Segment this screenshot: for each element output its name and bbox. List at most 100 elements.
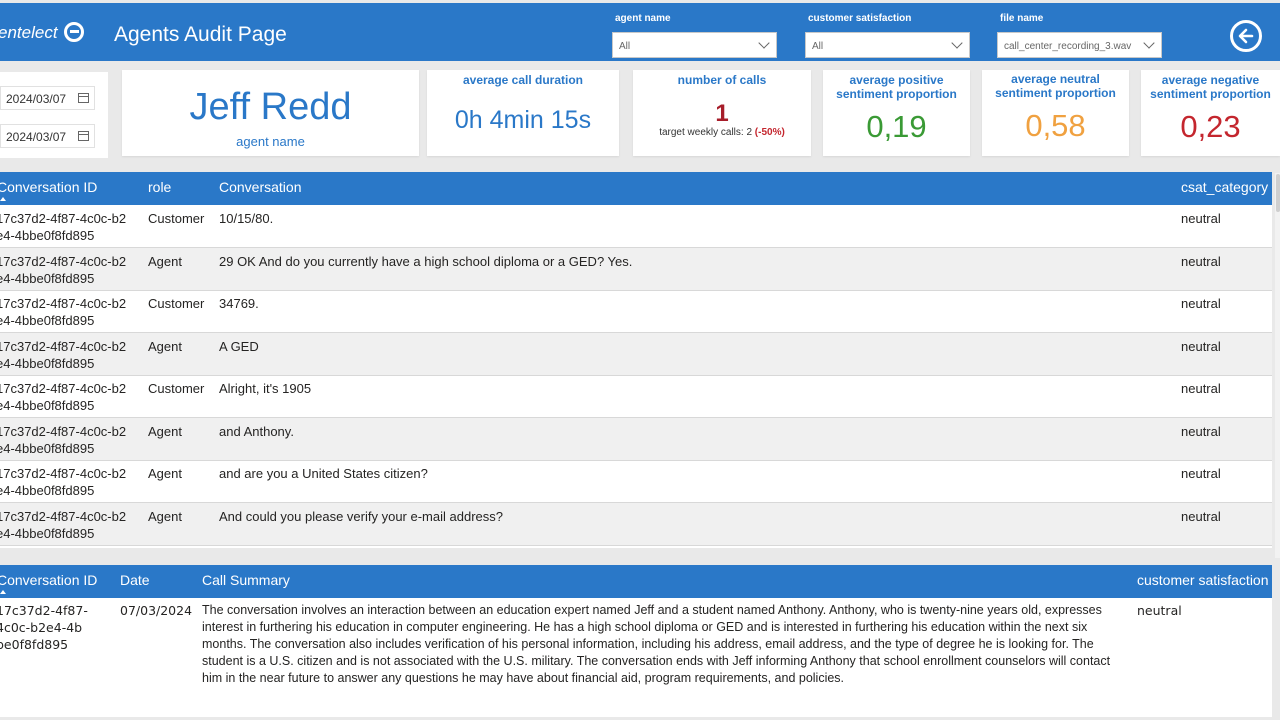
column-header-date[interactable]: Date bbox=[120, 572, 150, 588]
calendar-icon[interactable] bbox=[78, 93, 89, 103]
arrow-left-icon bbox=[1238, 28, 1254, 44]
sort-ascending-icon bbox=[0, 590, 6, 594]
neutral-sentiment-title: average neutral sentiment proportion bbox=[995, 72, 1116, 100]
logo-text: entelect bbox=[0, 23, 58, 42]
conversation-id-cell: 17c37d2-4f87-4c0c-b2e4-4bbe0f8fd895 bbox=[0, 211, 127, 243]
neutral-sentiment-card: average neutral sentiment proportion 0,5… bbox=[982, 70, 1129, 156]
customer-satisfaction-dropdown-value: All bbox=[812, 41, 824, 52]
agent-name-dropdown-value: All bbox=[619, 41, 631, 52]
number-of-calls-title: number of calls bbox=[677, 73, 767, 87]
conversation-id-cell: 17c37d2-4f87-4c0c-b2e4-4bbe0f8fd895 bbox=[0, 338, 127, 371]
csat-category-cell: neutral bbox=[1181, 211, 1221, 226]
chevron-down-icon bbox=[758, 37, 770, 49]
page-title: Agents Audit Page bbox=[114, 23, 287, 46]
negative-sentiment-value: 0,23 bbox=[1180, 109, 1241, 144]
csat-category-cell: neutral bbox=[1181, 508, 1221, 524]
conversation-id-cell: 17c37d2-4f87-4c0c-b2e4-4bbe0f8fd895 bbox=[0, 253, 127, 286]
scrollbar-thumb[interactable] bbox=[1276, 174, 1280, 212]
csat-category-cell: neutral bbox=[1181, 423, 1221, 439]
end-date-value: 2024/03/07 bbox=[6, 130, 67, 144]
conversation-id-cell: 17c37d2-4f87-4c0c-b2e4-4bbe0f8fd895 bbox=[0, 296, 127, 328]
customer-satisfaction-dropdown[interactable]: All bbox=[805, 32, 970, 58]
negative-sentiment-card: average negative sentiment proportion 0,… bbox=[1141, 70, 1280, 156]
conversation-table-scrollbar[interactable] bbox=[1275, 173, 1280, 558]
conversation-id-cell: 17c37d2-4f87-4c0c-b2e4-4bbe0f8fd895 bbox=[0, 423, 127, 456]
table-row[interactable]: 17c37d2-4f87-4c0c-b2e4-4bbe0f8fd895 Agent… bbox=[0, 247, 1272, 291]
negative-sentiment-title: average negative sentiment proportion bbox=[1150, 73, 1271, 101]
conversation-id-cell: 17c37d2-4f87-4c0c-b2e4-4bbe0f8fd895 bbox=[0, 508, 127, 541]
conversation-id-cell: 17c37d2-4f87-4c0c-b2e4-4bbe0f8fd895 bbox=[0, 466, 127, 498]
table-row[interactable]: 17c37d2-4f87-4c0c-b2e4-4bbe0f8fd895 Custo… bbox=[0, 375, 1272, 418]
conversation-table-header: Conversation ID role Conversation csat_c… bbox=[0, 172, 1272, 205]
role-cell: Customer bbox=[148, 296, 205, 311]
agents-audit-page: entelect Agents Audit Page agent name Al… bbox=[0, 0, 1280, 720]
filter-label-file-name: file name bbox=[1000, 13, 1044, 24]
conversation-text-cell: 29 OK And do you currently have a high s… bbox=[219, 253, 633, 269]
header-bar: entelect Agents Audit Page agent name Al… bbox=[0, 3, 1280, 61]
number-of-calls-card: number of calls 1 target weekly calls: 2… bbox=[633, 70, 811, 156]
filter-label-customer-satisfaction: customer satisfaction bbox=[808, 13, 912, 24]
end-date-input[interactable]: 2024/03/07 bbox=[0, 124, 95, 148]
positive-sentiment-value: 0,19 bbox=[866, 109, 927, 144]
column-header-customer-satisfaction[interactable]: customer satisfaction bbox=[1137, 572, 1269, 588]
role-cell: Agent bbox=[148, 508, 182, 524]
summary-date: 07/03/2024 bbox=[120, 603, 193, 618]
calendar-icon[interactable] bbox=[78, 131, 89, 141]
file-name-dropdown-value: call_center_recording_3.wav bbox=[1004, 41, 1132, 52]
target-weekly-calls-text: target weekly calls: 2 bbox=[659, 127, 755, 138]
positive-sentiment-card: average positive sentiment proportion 0,… bbox=[823, 70, 970, 156]
table-row[interactable]: 17c37d2-4f87-4c0c-b2e4-4bbe0f8fd895 Agent… bbox=[0, 332, 1272, 376]
file-name-dropdown[interactable]: call_center_recording_3.wav bbox=[997, 32, 1162, 58]
column-header-csat-category[interactable]: csat_category bbox=[1181, 179, 1268, 195]
chevron-down-icon bbox=[951, 37, 963, 49]
conversation-text-cell: And could you please verify your e-mail … bbox=[219, 508, 503, 524]
column-header-conversation-id[interactable]: Conversation ID bbox=[0, 179, 97, 195]
conversation-text-cell: and Anthony. bbox=[219, 423, 294, 439]
positive-sentiment-title: average positive sentiment proportion bbox=[836, 73, 957, 101]
conversation-table: Conversation ID role Conversation csat_c… bbox=[0, 172, 1272, 548]
column-header-call-summary[interactable]: Call Summary bbox=[202, 572, 290, 588]
role-cell: Agent bbox=[148, 466, 182, 481]
sort-ascending-icon bbox=[0, 197, 6, 201]
table-row[interactable]: 17c37d2-4f87-4c0c-b2e4-4bbe0f8fd895 Agent… bbox=[0, 460, 1272, 503]
agent-name-dropdown[interactable]: All bbox=[612, 32, 777, 58]
date-range-filter: 2024/03/07 2024/03/07 bbox=[0, 72, 108, 158]
average-call-duration-title: average call duration bbox=[462, 73, 584, 87]
csat-category-cell: neutral bbox=[1181, 381, 1221, 396]
average-call-duration-value: 0h 4min 15s bbox=[454, 106, 592, 134]
call-summary-text: The conversation involves an interaction… bbox=[202, 603, 1111, 685]
role-cell: Agent bbox=[148, 253, 182, 269]
call-summary-table: Conversation ID Date Call Summary custom… bbox=[0, 565, 1272, 717]
role-cell: Agent bbox=[148, 338, 182, 354]
table-row[interactable]: 17c37d2-4f87-4c0c-b2e4-4bbe0f8fd895 Custo… bbox=[0, 290, 1272, 333]
table-row[interactable]: 17c37d2-4f87-4c0c-b2e4-4bbe0f8fd895 Agent… bbox=[0, 417, 1272, 461]
conversation-id-cell: 17c37d2-4f87-4c0c-b2e4-4bbe0f8fd895 bbox=[0, 381, 127, 413]
logo-icon bbox=[64, 22, 84, 42]
role-cell: Customer bbox=[148, 381, 205, 396]
chevron-down-icon bbox=[1143, 37, 1155, 49]
conversation-text-cell: and are you a United States citizen? bbox=[219, 466, 428, 481]
neutral-sentiment-value: 0,58 bbox=[1025, 108, 1086, 143]
role-cell: Customer bbox=[148, 211, 205, 226]
call-summary-table-header: Conversation ID Date Call Summary custom… bbox=[0, 565, 1272, 598]
agent-name: Jeff Redd bbox=[189, 86, 352, 128]
table-row[interactable]: 17c37d2-4f87-4c0c-b2e4-4bbe0f8fd895 Custo… bbox=[0, 205, 1272, 248]
conversation-text-cell: 34769. bbox=[219, 296, 259, 311]
target-weekly-calls-delta: (-50%) bbox=[754, 127, 785, 138]
csat-category-cell: neutral bbox=[1181, 466, 1221, 481]
target-weekly-calls: target weekly calls: 2 (-50%) bbox=[633, 127, 811, 138]
average-call-duration-card: average call duration 0h 4min 15s bbox=[427, 70, 619, 156]
back-button[interactable] bbox=[1230, 20, 1262, 52]
number-of-calls-value: 1 bbox=[715, 100, 729, 127]
start-date-input[interactable]: 2024/03/07 bbox=[0, 86, 95, 110]
column-header-conversation[interactable]: Conversation bbox=[219, 179, 302, 195]
agent-name-label: agent name bbox=[236, 134, 305, 149]
csat-category-cell: neutral bbox=[1181, 338, 1221, 354]
summary-conversation-id: 17c37d2-4f87-4c0c-b2e4-4bbe0f8fd895 bbox=[0, 603, 88, 652]
start-date-value: 2024/03/07 bbox=[6, 92, 67, 106]
column-header-conversation-id[interactable]: Conversation ID bbox=[0, 572, 97, 588]
conversation-text-cell: Alright, it's 1905 bbox=[219, 381, 312, 396]
column-header-role[interactable]: role bbox=[148, 179, 171, 195]
table-row[interactable]: 17c37d2-4f87-4c0c-b2e4-4bbe0f8fd895 Agent… bbox=[0, 502, 1272, 546]
role-cell: Agent bbox=[148, 423, 182, 439]
